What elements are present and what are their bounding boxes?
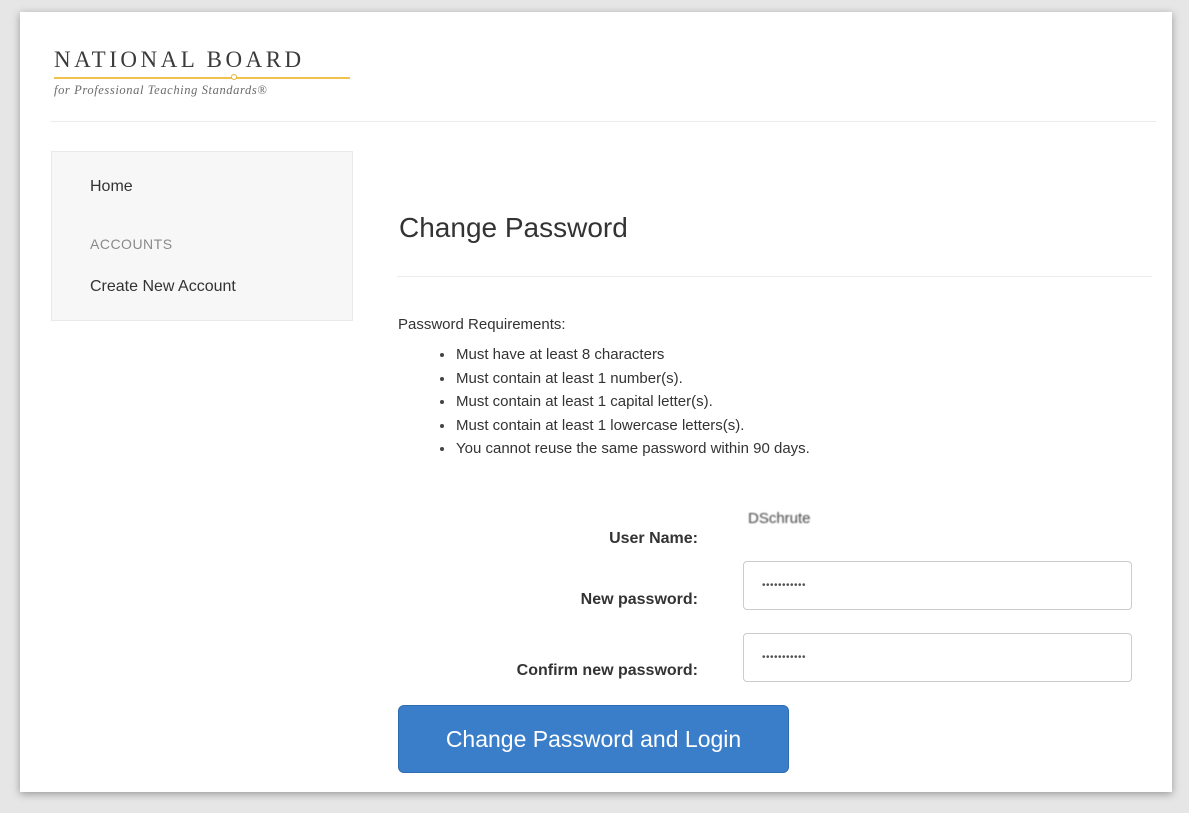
header-divider (50, 121, 1156, 122)
requirements-label: Password Requirements: (398, 316, 566, 333)
sidebar-item-create-account[interactable]: Create New Account (90, 278, 236, 296)
confirm-password-label: Confirm new password: (516, 662, 698, 679)
requirement-text: You cannot reuse the same password withi… (456, 440, 810, 457)
username-value: DSchrute (748, 510, 811, 527)
confirm-password-field[interactable] (743, 633, 1132, 682)
logo-subtitle: for Professional Teaching Standards® (54, 83, 268, 97)
sidebar-item-home[interactable]: Home (90, 178, 133, 196)
requirement-text: Must contain at least 1 lowercase letter… (456, 416, 745, 434)
change-password-login-button[interactable]: Change Password and Login (398, 705, 789, 773)
sidebar: Home ACCOUNTS Create New Account (51, 151, 353, 321)
bullet-icon (440, 400, 444, 404)
requirement-text: Must contain at least 1 capital letter(s… (456, 393, 713, 410)
requirement-text: Must contain at least 1 number(s). (456, 369, 683, 387)
requirement-item: You cannot reuse the same password withi… (438, 437, 810, 461)
page-container: NATIONAL BOARD for Professional Teaching… (20, 12, 1172, 792)
new-password-field[interactable] (743, 561, 1132, 610)
requirement-item: Must contain at least 1 lowercase letter… (438, 414, 810, 438)
bullet-icon (440, 423, 444, 428)
sidebar-section-accounts: ACCOUNTS (90, 236, 173, 252)
requirement-item: Must contain at least 1 number(s). (438, 367, 810, 391)
title-divider (397, 276, 1152, 277)
bullet-icon (440, 447, 444, 451)
new-password-label: New password: (580, 591, 698, 608)
page-title: Change Password (399, 212, 628, 243)
logo-dot (231, 74, 237, 80)
logo-title: NATIONAL BOARD (54, 47, 305, 72)
requirement-item: Must have at least 8 characters (438, 343, 810, 367)
bullet-icon (440, 353, 444, 357)
nbpts-logo[interactable]: NATIONAL BOARD for Professional Teaching… (54, 46, 374, 98)
username-label: User Name: (609, 530, 698, 547)
logo-rule (54, 74, 350, 80)
requirements-list: Must have at least 8 characters Must con… (438, 343, 810, 461)
bullet-icon (440, 376, 444, 381)
requirement-text: Must have at least 8 characters (456, 346, 665, 363)
requirement-item: Must contain at least 1 capital letter(s… (438, 390, 810, 414)
